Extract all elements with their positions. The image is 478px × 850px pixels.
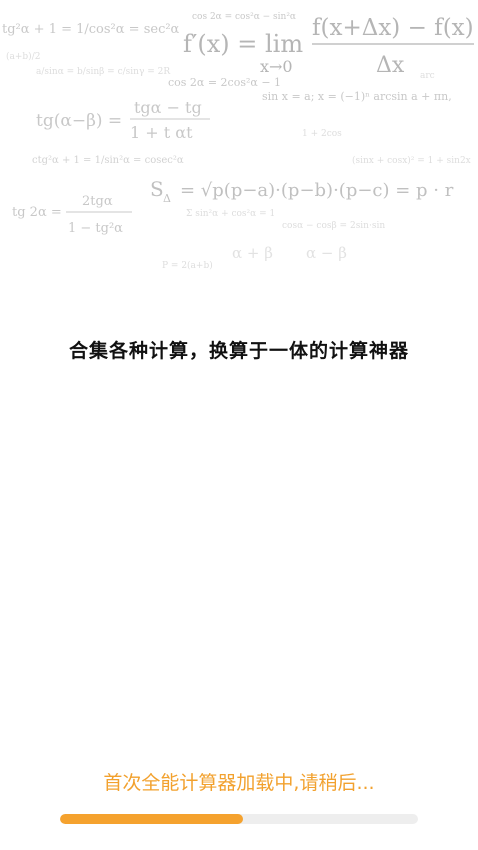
svg-text:Σ sin²α + cos²α = 1: Σ sin²α + cos²α = 1: [186, 209, 275, 219]
formula-cos-double: cos 2α = 2cos²α − 1: [168, 76, 281, 89]
loading-progress-bar: [60, 814, 418, 824]
formula-sum-angle: α + β: [232, 244, 273, 262]
formula-tg2a-num: 2tgα: [82, 194, 113, 209]
formula-heron: = √p(p−a)·(p−b)·(p−c) = p · r: [180, 180, 454, 201]
formula-cos2a: cos 2α = cos²α − sin²α: [192, 12, 296, 22]
formula-area-s: S: [150, 177, 164, 201]
formula-arcsin: sin x = a; x = (−1)ⁿ arcsin a + πn,: [262, 90, 452, 103]
svg-text:(a+b)/2: (a+b)/2: [6, 51, 40, 62]
formula-derivative: f′(x) = lim: [183, 30, 303, 58]
app-tagline: 合集各种计算，换算于一体的计算神器: [68, 340, 409, 362]
svg-text:a/sinα = b/sinβ = c/sinγ = 2R: a/sinα = b/sinβ = c/sinγ = 2R: [36, 67, 170, 77]
formula-cosec: ctg²α + 1 = 1/sin²α = cosec²α: [32, 155, 184, 166]
formula-numerator: f(x+Δx) − f(x): [312, 15, 474, 41]
formula-tg-diff: tg(α−β) =: [36, 111, 122, 131]
formula-diff-angle: α − β: [306, 244, 347, 262]
formula-limit-sub: x→0: [260, 57, 293, 76]
svg-text:P = 2(a+b): P = 2(a+b): [162, 260, 213, 271]
svg-text:1 + 2cos: 1 + 2cos: [302, 129, 342, 139]
loading-message: 首次全能计算器加载中,请稍后...: [103, 772, 375, 794]
formula-tg2a-den: 1 − tg²α: [68, 221, 123, 236]
formula-sec: tg²α + 1 = 1/cos²α = sec²α: [2, 22, 180, 37]
formula-background: tg²α + 1 = 1/cos²α = sec²α cos 2α = cos²…: [0, 0, 478, 290]
formula-tg2a: tg 2α =: [12, 205, 62, 220]
svg-text:arc: arc: [420, 71, 435, 81]
formula-denominator: Δx: [376, 53, 405, 78]
formula-area-delta: Δ: [163, 192, 171, 205]
loading-progress-fill: [60, 814, 243, 824]
svg-text:(sinx + cosx)² = 1 + sin2x: (sinx + cosx)² = 1 + sin2x: [352, 155, 471, 166]
formula-tg-num: tgα − tg: [134, 98, 202, 117]
formula-tg-den: 1 + t αt: [130, 123, 193, 142]
svg-text:cosα − cosβ = 2sin·sin: cosα − cosβ = 2sin·sin: [282, 221, 385, 231]
